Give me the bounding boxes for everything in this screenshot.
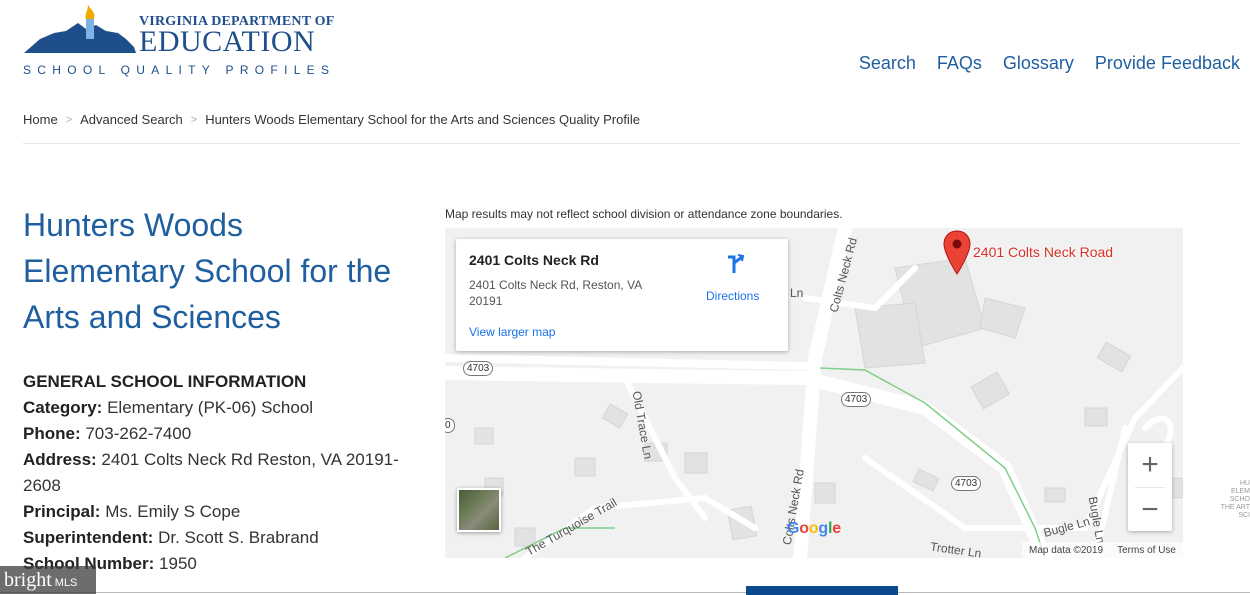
watermark-suffix: MLS [54, 577, 78, 589]
route-shield-4703: 4703 [951, 476, 982, 491]
page-title: Hunters Woods Elementary School for the … [23, 207, 392, 335]
category-row: Category: Elementary (PK-06) School [23, 395, 423, 421]
nav-glossary-link[interactable]: Glossary [1003, 53, 1074, 74]
breadcrumb-separator-icon: > [190, 113, 198, 126]
zoom-controls: + − [1128, 443, 1172, 531]
category-label: Category: [23, 398, 103, 417]
breadcrumb-current-page: Hunters Woods Elementary School for the … [205, 112, 640, 127]
header-divider [23, 143, 1240, 144]
bottom-tab-button[interactable] [746, 586, 898, 595]
general-school-info: GENERAL SCHOOL INFORMATION Category: Ele… [23, 369, 423, 577]
map-data-credit: Map data ©2019 [1029, 544, 1104, 556]
google-logo-letter: e [832, 520, 841, 537]
google-map[interactable]: Colts Neck Rd Colts Neck Rd Old Trace Ln… [445, 228, 1183, 558]
watermark-brand: bright [4, 569, 52, 591]
route-shield-4703: 4703 [841, 392, 872, 407]
route-shield-edge: 0 [445, 418, 455, 433]
category-value: Elementary (PK-06) School [107, 398, 314, 417]
map-info-card: 2401 Colts Neck Rd 2401 Colts Neck Rd, R… [456, 239, 788, 351]
principal-value: Ms. Emily S Cope [105, 502, 241, 521]
vdoe-logo[interactable]: VIRGINIA DEPARTMENT OF EDUCATION SCHOOL … [22, 3, 334, 79]
breadcrumb-home[interactable]: Home [23, 112, 58, 127]
info-card-title: 2401 Colts Neck Rd [469, 252, 599, 268]
info-card-address: 2401 Colts Neck Rd, Reston, VA 20191 [469, 278, 642, 308]
zoom-in-button[interactable]: + [1128, 443, 1172, 487]
address-label: Address: [23, 450, 97, 469]
top-navigation: Search FAQs Glossary Provide Feedback [859, 53, 1240, 74]
google-logo-letter: o [799, 520, 809, 537]
google-logo-letter: G [787, 520, 800, 537]
section-heading: GENERAL SCHOOL INFORMATION [23, 372, 307, 391]
terms-of-use-link[interactable]: Terms of Use [1117, 545, 1176, 556]
map-pin-icon[interactable] [943, 230, 971, 276]
pin-label: 2401 Colts Neck Road [973, 244, 1114, 260]
nav-search-link[interactable]: Search [859, 53, 916, 74]
view-larger-map-link[interactable]: View larger map [469, 325, 555, 339]
route-shield-4703: 4703 [463, 361, 494, 376]
nav-faqs-link[interactable]: FAQs [937, 53, 982, 74]
directions-link[interactable]: Directions [706, 289, 759, 303]
phone-value: 703-262-7400 [85, 424, 192, 443]
edge-cutoff-text: HU ELEM SCHO THE ART SCI [1220, 480, 1250, 519]
logo-tagline: SCHOOL QUALITY PROFILES [23, 63, 336, 77]
satellite-toggle[interactable] [457, 488, 501, 532]
directions-icon[interactable] [724, 253, 746, 275]
superintendent-row: Superintendent: Dr. Scott S. Brabrand [23, 525, 423, 551]
superintendent-label: Superintendent: [23, 528, 154, 547]
google-logo-letter: g [818, 520, 828, 537]
phone-label: Phone: [23, 424, 81, 443]
logo-line-2: EDUCATION [139, 25, 316, 58]
breadcrumb-separator-icon: > [65, 113, 73, 126]
nav-feedback-link[interactable]: Provide Feedback [1095, 53, 1240, 74]
google-logo-letter: o [808, 520, 819, 537]
superintendent-value: Dr. Scott S. Brabrand [158, 528, 319, 547]
virginia-state-icon [24, 5, 136, 53]
zoom-out-button[interactable]: − [1128, 488, 1172, 532]
principal-label: Principal: [23, 502, 101, 521]
google-logo: Google [787, 520, 841, 538]
map-disclaimer: Map results may not reflect school divis… [445, 207, 843, 221]
breadcrumb-advanced-search[interactable]: Advanced Search [80, 112, 183, 127]
brightmls-watermark: bright MLS [0, 566, 96, 594]
phone-row: Phone: 703-262-7400 [23, 421, 423, 447]
bottom-divider [0, 592, 1250, 593]
road-label-fragment: Ln [790, 286, 804, 300]
map-attribution: Map data ©2019 Terms of Use [1022, 542, 1183, 558]
principal-row: Principal: Ms. Emily S Cope [23, 499, 423, 525]
address-row: Address: 2401 Colts Neck Rd Reston, VA 2… [23, 447, 423, 499]
school-number-value: 1950 [159, 554, 197, 573]
breadcrumb: Home > Advanced Search > Hunters Woods E… [23, 112, 640, 127]
